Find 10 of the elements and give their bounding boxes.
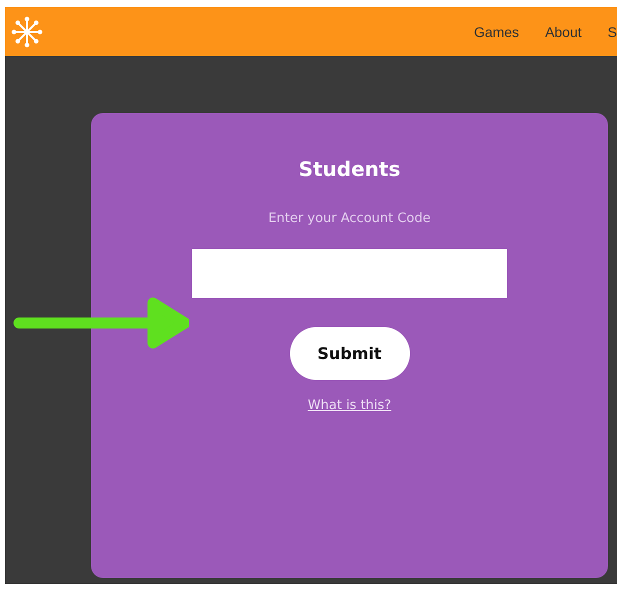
nav-link[interactable]: S	[608, 24, 617, 40]
submit-button[interactable]: Submit	[290, 327, 410, 380]
field-label: Enter your Account Code	[268, 211, 431, 226]
card-title: Students	[298, 157, 400, 181]
nav-link[interactable]: Games	[474, 24, 520, 40]
logo-icon[interactable]	[11, 16, 43, 48]
nav-link[interactable]: About	[545, 24, 582, 40]
input-field[interactable]	[192, 249, 507, 298]
arrow-icon	[13, 297, 189, 349]
help-link[interactable]: What is this?	[308, 398, 392, 413]
